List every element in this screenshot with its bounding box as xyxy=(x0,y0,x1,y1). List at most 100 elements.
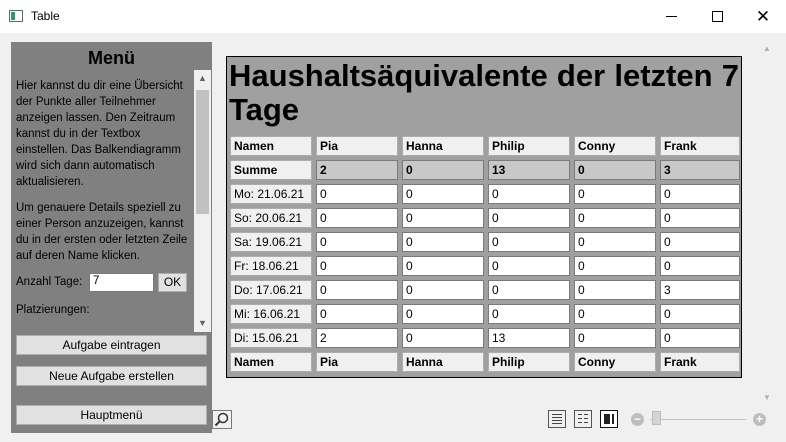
app-icon xyxy=(9,10,23,22)
sum-cell: 13 xyxy=(488,160,570,180)
rankings-label: Platzierungen: xyxy=(16,304,90,316)
value-input[interactable]: 0 xyxy=(488,208,570,228)
scroll-thumb[interactable] xyxy=(196,90,209,214)
value-input[interactable]: 0 xyxy=(316,280,398,300)
document-view: Haushaltsäquivalente der letzten 7 Tage … xyxy=(226,56,742,378)
find-button[interactable] xyxy=(212,410,232,429)
value-input[interactable]: 0 xyxy=(660,328,740,348)
value-input[interactable]: 0 xyxy=(574,208,656,228)
person-name-footer[interactable]: Philip xyxy=(488,352,570,372)
value-input[interactable]: 0 xyxy=(660,304,740,324)
table-heading: Haushaltsäquivalente der letzten 7 Tage xyxy=(229,58,739,127)
person-name-footer[interactable]: Conny xyxy=(574,352,656,372)
minimize-icon xyxy=(665,16,677,17)
date-cell: Mo: 21.06.21 xyxy=(230,184,312,204)
person-name-footer[interactable]: Frank xyxy=(660,352,740,372)
scroll-up-icon[interactable]: ▲ xyxy=(760,42,774,56)
main-menu-button[interactable]: Hauptmenü xyxy=(16,405,207,425)
scroll-down-icon[interactable]: ▼ xyxy=(194,315,211,332)
date-cell: So: 20.06.21 xyxy=(230,208,312,228)
page-view-icon[interactable] xyxy=(548,410,566,428)
sum-label-cell: Summe xyxy=(230,160,312,180)
date-cell: Do: 17.06.21 xyxy=(230,280,312,300)
maximize-icon xyxy=(711,11,723,22)
window-title: Table xyxy=(31,9,60,23)
two-page-view-icon[interactable] xyxy=(574,410,592,428)
person-name-header[interactable]: Hanna xyxy=(402,136,484,156)
scroll-up-icon[interactable]: ▲ xyxy=(194,70,211,87)
value-input[interactable]: 0 xyxy=(316,256,398,276)
value-input[interactable]: 0 xyxy=(402,184,484,204)
value-input[interactable]: 0 xyxy=(402,232,484,252)
names-footer-cell: Namen xyxy=(230,352,312,372)
value-input[interactable]: 0 xyxy=(402,256,484,276)
value-input[interactable]: 0 xyxy=(660,208,740,228)
minimize-button[interactable] xyxy=(648,0,694,33)
days-input[interactable]: 7 xyxy=(89,273,154,292)
value-input[interactable]: 0 xyxy=(488,304,570,324)
value-input[interactable]: 13 xyxy=(488,328,570,348)
sum-cell: 0 xyxy=(402,160,484,180)
scroll-view-icon[interactable] xyxy=(600,410,618,428)
sum-cell: 2 xyxy=(316,160,398,180)
enter-task-button[interactable]: Aufgabe eintragen xyxy=(16,335,207,355)
sum-cell: 3 xyxy=(660,160,740,180)
person-name-header[interactable]: Philip xyxy=(488,136,570,156)
value-input[interactable]: 0 xyxy=(316,232,398,252)
title-bar: Table ✕ xyxy=(0,0,786,33)
value-input[interactable]: 0 xyxy=(316,304,398,324)
value-input[interactable]: 0 xyxy=(574,280,656,300)
menu-title: Menü xyxy=(88,48,135,68)
close-icon: ✕ xyxy=(755,6,771,26)
value-input[interactable]: 0 xyxy=(402,328,484,348)
menu-info-panel: Hier kannst du dir eine Übersicht der Pu… xyxy=(11,70,212,332)
sidebar-menu: Menü Hier kannst du dir eine Übersicht d… xyxy=(11,42,212,433)
value-input[interactable]: 0 xyxy=(488,256,570,276)
sum-cell: 0 xyxy=(574,160,656,180)
table-heading-block: Haushaltsäquivalente der letzten 7 Tage xyxy=(227,57,741,131)
value-input[interactable]: 0 xyxy=(402,280,484,300)
menu-details-text: Um genauere Details speziell zu einer Pe… xyxy=(16,202,188,262)
document-scrollbar[interactable]: ▲ ▼ xyxy=(760,42,774,405)
value-input[interactable]: 0 xyxy=(660,184,740,204)
value-input[interactable]: 0 xyxy=(488,184,570,204)
create-task-button[interactable]: Neue Aufgabe erstellen xyxy=(16,366,207,386)
date-cell: Mi: 16.06.21 xyxy=(230,304,312,324)
zoom-in-icon[interactable]: + xyxy=(753,413,766,426)
value-input[interactable]: 0 xyxy=(574,328,656,348)
ok-button[interactable]: OK xyxy=(158,273,187,292)
person-name-header[interactable]: Pia xyxy=(316,136,398,156)
value-input[interactable]: 0 xyxy=(316,208,398,228)
value-input[interactable]: 0 xyxy=(488,280,570,300)
value-input[interactable]: 0 xyxy=(574,184,656,204)
value-input[interactable]: 0 xyxy=(402,208,484,228)
menu-info-text: Hier kannst du dir eine Übersicht der Pu… xyxy=(16,80,183,188)
close-button[interactable]: ✕ xyxy=(740,0,786,33)
date-cell: Sa: 19.06.21 xyxy=(230,232,312,252)
value-input[interactable]: 0 xyxy=(574,304,656,324)
person-name-header[interactable]: Conny xyxy=(574,136,656,156)
points-table: Namen Pia Hanna Philip Conny Frank Summe 2 0 13 0 3… xyxy=(227,131,741,377)
value-input[interactable]: 0 xyxy=(488,232,570,252)
value-input[interactable]: 0 xyxy=(660,256,740,276)
search-icon xyxy=(214,412,229,427)
person-name-footer[interactable]: Pia xyxy=(316,352,398,372)
zoom-slider-track[interactable] xyxy=(650,419,746,420)
value-input[interactable]: 0 xyxy=(316,184,398,204)
names-header-cell: Namen xyxy=(230,136,312,156)
person-name-header[interactable]: Frank xyxy=(660,136,740,156)
value-input[interactable]: 0 xyxy=(574,232,656,252)
value-input[interactable]: 0 xyxy=(660,232,740,252)
value-input[interactable]: 0 xyxy=(402,304,484,324)
value-input[interactable]: 3 xyxy=(660,280,740,300)
value-input[interactable]: 2 xyxy=(316,328,398,348)
days-label: Anzahl Tage: xyxy=(16,276,83,288)
zoom-out-icon[interactable]: − xyxy=(631,413,644,426)
value-input[interactable]: 0 xyxy=(574,256,656,276)
maximize-button[interactable] xyxy=(694,0,740,33)
date-cell: Di: 15.06.21 xyxy=(230,328,312,348)
person-name-footer[interactable]: Hanna xyxy=(402,352,484,372)
menu-scrollbar[interactable]: ▲ ▼ xyxy=(194,70,211,332)
zoom-slider-thumb[interactable] xyxy=(652,411,661,425)
scroll-down-icon[interactable]: ▼ xyxy=(760,391,774,405)
